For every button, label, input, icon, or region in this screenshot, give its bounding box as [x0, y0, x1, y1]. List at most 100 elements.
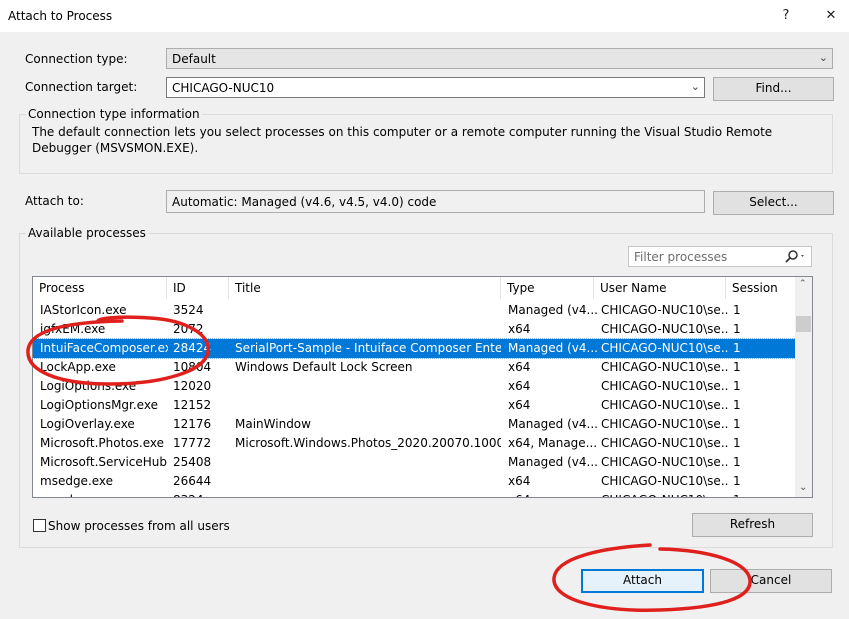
find-button[interactable]: Find... — [713, 77, 834, 101]
refresh-button[interactable]: Refresh — [692, 513, 813, 537]
cell-type: Managed (v4.... — [508, 303, 598, 317]
attach-button[interactable]: Attach — [581, 569, 704, 593]
cell-process: LogiOptionsMgr.exe — [40, 398, 158, 412]
cell-session: 1 — [733, 303, 741, 317]
cell-id: 25408 — [173, 455, 212, 469]
cell-user: CHICAGO-NUC10\se... — [601, 455, 729, 469]
cell-id: 8324 — [173, 493, 231, 497]
cancel-button[interactable]: Cancel — [710, 569, 832, 593]
process-row[interactable]: LockApp.exe 10804 Windows Default Lock Scr… — [33, 358, 796, 377]
column-header-session[interactable]: Session — [726, 277, 796, 299]
connection-info-text: The default connection lets you select p… — [32, 125, 773, 155]
cell-type: x64 — [508, 398, 531, 412]
cell-process: Microsoft.ServiceHub.... — [40, 455, 168, 469]
scroll-up-icon[interactable]: ⌃ — [799, 279, 807, 289]
connection-target-label: Connection target: — [25, 80, 138, 94]
cell-id: 26644 — [173, 474, 212, 488]
connection-info-heading: Connection type information — [26, 107, 202, 121]
process-row[interactable]: LogiOptions.exe 12020 x64 CHICAGO-NUC10\se.… — [33, 377, 796, 396]
cell-process: LogiOverlay.exe — [40, 417, 135, 431]
connection-target-combo[interactable]: CHICAGO-NUC10 ⌄ — [166, 77, 705, 98]
process-row[interactable]: msedge.exe 8324 x64CHICAGO-NUC10\se... 1 — [33, 491, 796, 497]
cell-user: CHICAGO-NUC10\se... — [601, 341, 729, 355]
cell-process: igfxEM.exe — [40, 322, 106, 336]
cell-title: Windows Default Lock Screen — [235, 360, 413, 374]
column-header-process[interactable]: Process — [33, 277, 167, 299]
process-row[interactable]: Microsoft.Photos.exe 17772 Microsoft.Windo… — [33, 434, 796, 453]
cell-process: LockApp.exe — [40, 360, 116, 374]
cell-user: CHICAGO-NUC10\se... — [601, 379, 729, 393]
cell-id: 12176 — [173, 417, 212, 431]
cell-user: CHICAGO-NUC10\se... — [601, 436, 729, 450]
show-all-users-checkbox[interactable] — [33, 519, 46, 532]
cell-id: 10804 — [173, 360, 212, 374]
title-bar: Attach to Process ? ✕ — [0, 0, 849, 32]
connection-type-label: Connection type: — [25, 52, 128, 66]
attach-to-field: Automatic: Managed (v4.6, v4.5, v4.0) co… — [166, 190, 705, 213]
scroll-thumb[interactable] — [796, 316, 811, 332]
attach-to-value: Automatic: Managed (v4.6, v4.5, v4.0) co… — [172, 195, 437, 209]
cell-title: SerialPort-Sample - Intuiface Composer E… — [235, 341, 501, 355]
cell-session: 1 — [733, 379, 741, 393]
cell-title: MainWindow — [235, 417, 311, 431]
process-row[interactable]: LogiOverlay.exe 12176 MainWindow Managed (v… — [33, 415, 796, 434]
column-header-title[interactable]: Title — [229, 277, 501, 299]
cell-process: LogiOptions.exe — [40, 379, 137, 393]
filter-input[interactable]: Filter processes — [628, 246, 812, 267]
process-row[interactable]: IAStorIcon.exe 3524 Managed (v4.... CHICAGO… — [33, 301, 796, 320]
attach-to-label: Attach to: — [25, 194, 84, 208]
chevron-down-icon: ⌄ — [818, 51, 828, 64]
show-all-users-label[interactable]: Show processes from all users — [48, 519, 230, 533]
cell-type: x64 — [508, 360, 531, 374]
process-row[interactable]: IntuiFaceComposer.exe 28424 SerialPort-Sam… — [33, 338, 797, 359]
column-header-user-name[interactable]: User Name — [594, 277, 726, 299]
filter-placeholder: Filter processes — [634, 250, 728, 264]
cell-process: msedge.exe — [40, 474, 114, 488]
process-list-scrollbar[interactable]: ⌃ ⌄ — [795, 277, 812, 497]
cell-session: 1 — [733, 474, 741, 488]
cell-process: IAStorIcon.exe — [40, 303, 127, 317]
cell-session: 1 — [733, 322, 741, 336]
cell-user: CHICAGO-NUC10\se... — [601, 360, 729, 374]
process-row[interactable]: Microsoft.ServiceHub.... 25408 Managed (v4… — [33, 453, 796, 472]
chevron-down-icon[interactable]: ⌄ — [691, 80, 700, 93]
process-list[interactable]: Process ID Title Type User Name Session … — [32, 276, 813, 498]
search-icon[interactable] — [782, 247, 808, 269]
column-header-id[interactable]: ID — [167, 277, 229, 299]
cell-process: msedge.exe — [40, 493, 168, 497]
cell-user: CHICAGO-NUC10\se... — [601, 322, 729, 336]
cell-process: IntuiFaceComposer.exe — [40, 341, 168, 355]
cell-session: 1 — [733, 436, 741, 450]
cell-type: x64, Manage... — [508, 436, 598, 450]
cell-type: Managed (v4.... — [508, 455, 598, 469]
connection-type-dropdown[interactable]: Default ⌄ — [166, 48, 833, 69]
process-row[interactable]: igfxEM.exe 2072 x64 CHICAGO-NUC10\se... 1 — [33, 320, 796, 339]
cell-type: x64 — [508, 474, 531, 488]
cell-id: 28424 — [173, 341, 212, 355]
cell-user: CHICAGO-NUC10\se... — [601, 474, 729, 488]
cell-user: CHICAGO-NUC10\se... — [601, 417, 729, 431]
cell-type: x64 — [508, 322, 531, 336]
cell-type: x64 — [508, 493, 598, 497]
cell-session: 1 — [733, 417, 741, 431]
cell-type: Managed (v4.... — [508, 341, 598, 355]
select-button[interactable]: Select... — [713, 191, 834, 215]
cell-user: CHICAGO-NUC10\se... — [601, 493, 729, 497]
process-row[interactable]: LogiOptionsMgr.exe 12152 x64 CHICAGO-NUC10\… — [33, 396, 796, 415]
help-icon[interactable]: ? — [771, 4, 801, 28]
cell-id: 2072 — [173, 322, 204, 336]
cell-type: Managed (v4.... — [508, 417, 598, 431]
cell-user: CHICAGO-NUC10\se... — [601, 303, 729, 317]
column-header-type[interactable]: Type — [501, 277, 594, 299]
scroll-down-icon[interactable]: ⌄ — [799, 482, 807, 493]
connection-target-value: CHICAGO-NUC10 — [172, 81, 275, 95]
cell-session: 1 — [733, 493, 793, 497]
process-row[interactable]: msedge.exe 26644 x64 CHICAGO-NUC10\se... 1 — [33, 472, 796, 491]
window-title: Attach to Process — [8, 9, 113, 23]
connection-type-value: Default — [172, 52, 216, 66]
cell-session: 1 — [733, 398, 741, 412]
cell-session: 1 — [733, 455, 741, 469]
available-processes-heading: Available processes — [26, 226, 148, 240]
cell-id: 17772 — [173, 436, 212, 450]
close-icon[interactable]: ✕ — [816, 4, 846, 28]
